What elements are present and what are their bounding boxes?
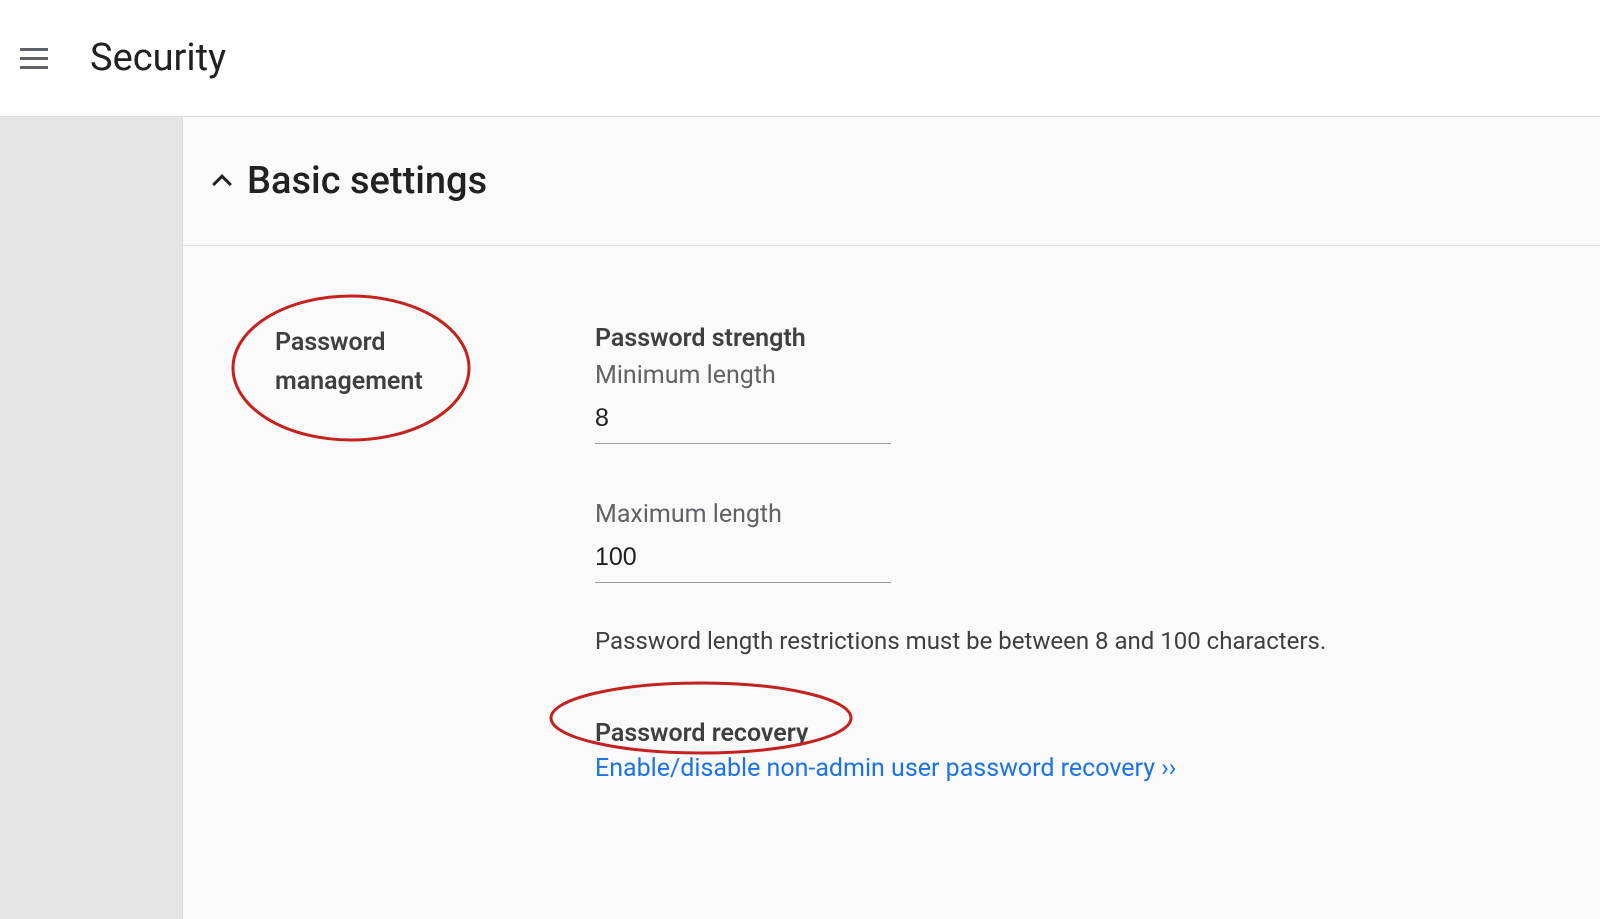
main-panel: Basic settings Password management Passw…: [182, 117, 1600, 919]
page-layout: Basic settings Password management Passw…: [0, 117, 1600, 919]
setting-name-line1: Password: [275, 328, 386, 357]
sidebar-gutter: [0, 117, 182, 919]
setting-name-column: Password management: [275, 324, 595, 783]
min-length-label: Minimum length: [595, 361, 1558, 390]
password-strength-title: Password strength: [595, 324, 1558, 353]
setting-fields-column: Password strength Minimum length Maximum…: [595, 324, 1558, 783]
setting-name-line2: management: [275, 367, 423, 396]
max-length-input[interactable]: [595, 537, 891, 583]
hamburger-menu-icon[interactable]: [20, 44, 48, 72]
min-length-input[interactable]: [595, 398, 891, 444]
settings-body: Password management Password strength Mi…: [183, 246, 1600, 825]
password-length-helper: Password length restrictions must be bet…: [595, 627, 1558, 655]
section-header[interactable]: Basic settings: [183, 117, 1600, 245]
setting-name-password-management: Password management: [275, 324, 595, 402]
app-header: Security: [0, 0, 1600, 116]
password-recovery-title: Password recovery: [595, 719, 1558, 748]
max-length-label: Maximum length: [595, 500, 1558, 529]
page-title: Security: [90, 36, 226, 80]
chevron-up-icon[interactable]: [212, 174, 232, 194]
password-recovery-link[interactable]: Enable/disable non-admin user password r…: [595, 754, 1176, 783]
section-title: Basic settings: [247, 159, 487, 203]
